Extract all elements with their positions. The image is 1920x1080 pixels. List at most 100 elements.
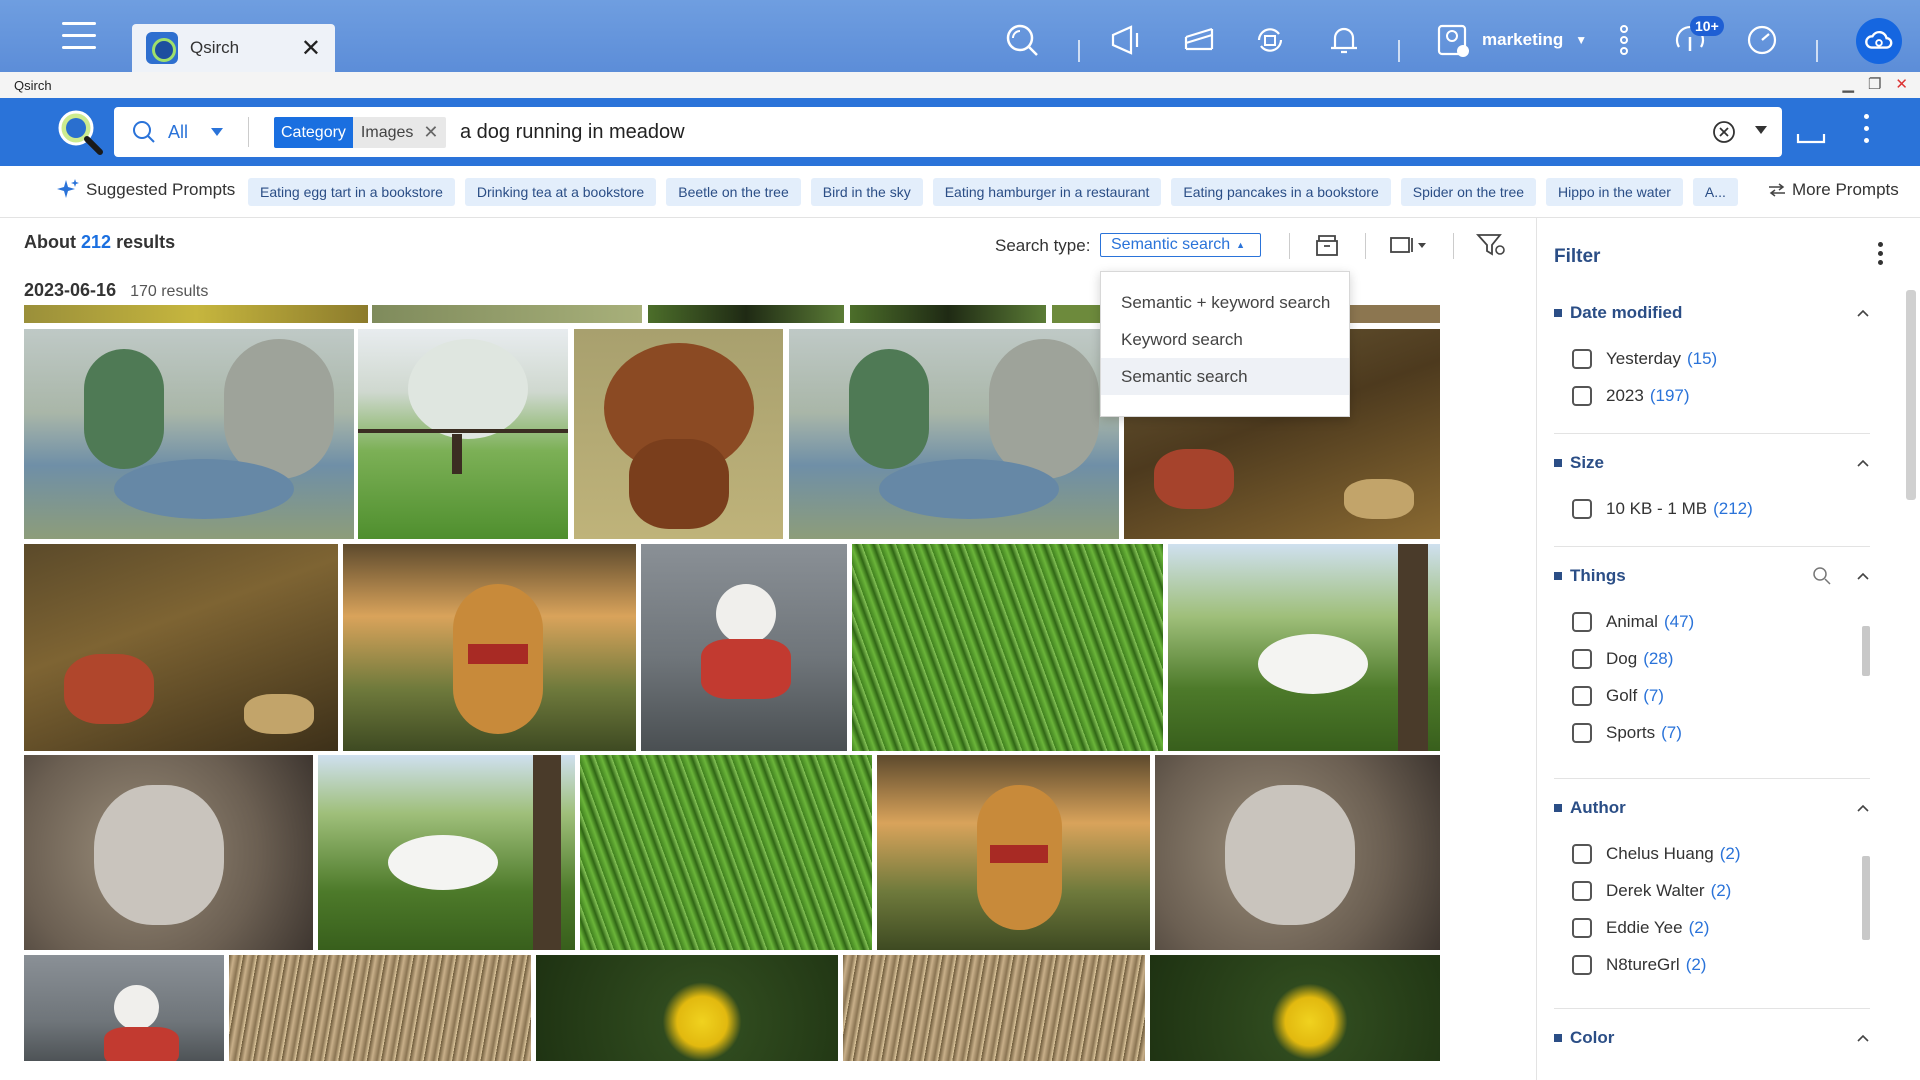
search-icon[interactable]: [1812, 566, 1832, 586]
more-options-icon[interactable]: [1606, 22, 1642, 58]
prompt-chip[interactable]: Spider on the tree: [1400, 178, 1537, 206]
checkbox[interactable]: [1572, 917, 1592, 938]
filter-more-options-icon[interactable]: [1876, 242, 1884, 270]
filter-option[interactable]: N8tureGrl (2): [1554, 946, 1870, 983]
chevron-up-icon[interactable]: [1856, 801, 1870, 815]
image-thumbnail[interactable]: [1150, 955, 1440, 1061]
prompt-chip[interactable]: A...: [1692, 178, 1738, 206]
search-scope-selector[interactable]: All: [132, 107, 224, 157]
filter-option[interactable]: Sports (7): [1554, 714, 1870, 751]
prompt-chip[interactable]: Eating egg tart in a bookstore: [248, 178, 455, 206]
filter-section-header[interactable]: Date modified: [1554, 300, 1870, 326]
checkbox[interactable]: [1572, 385, 1592, 406]
filter-panel-scrollbar[interactable]: [1906, 290, 1916, 500]
checkbox[interactable]: [1572, 954, 1592, 975]
dropdown-option-semantic-keyword[interactable]: Semantic + keyword search: [1101, 284, 1349, 321]
main-menu-icon[interactable]: [62, 22, 96, 52]
image-thumbnail[interactable]: [648, 305, 844, 323]
search-more-options-icon[interactable]: [1862, 114, 1870, 150]
checkbox[interactable]: [1572, 648, 1592, 669]
close-tab-icon[interactable]: ✕: [301, 34, 321, 63]
megaphone-icon[interactable]: [1108, 22, 1144, 58]
image-thumbnail[interactable]: [1168, 544, 1440, 751]
display-mode-icon[interactable]: [1796, 120, 1826, 146]
more-prompts-button[interactable]: More Prompts: [1768, 180, 1899, 200]
checkbox[interactable]: [1572, 348, 1592, 369]
image-thumbnail[interactable]: [318, 755, 575, 950]
image-thumbnail[interactable]: [24, 329, 354, 539]
checkbox[interactable]: [1572, 722, 1592, 743]
filter-section-header[interactable]: Size: [1554, 450, 1870, 476]
image-thumbnail[interactable]: [229, 955, 531, 1061]
minimize-icon[interactable]: ▁: [1842, 75, 1854, 93]
archive-icon[interactable]: [1314, 232, 1340, 258]
image-thumbnail[interactable]: [1344, 305, 1440, 323]
filter-option[interactable]: Dog (28): [1554, 640, 1870, 677]
prompt-chip[interactable]: Hippo in the water: [1546, 178, 1683, 206]
dropdown-option-semantic[interactable]: Semantic search: [1101, 358, 1349, 395]
resource-monitor-icon[interactable]: [1744, 22, 1780, 58]
image-thumbnail[interactable]: [1155, 755, 1440, 950]
image-thumbnail[interactable]: [574, 329, 783, 539]
image-thumbnail[interactable]: [24, 544, 338, 751]
filter-section-header[interactable]: Things: [1554, 563, 1870, 589]
user-menu[interactable]: marketing ▼: [1436, 20, 1587, 60]
app-tab-qsirch[interactable]: Qsirch ✕: [132, 24, 335, 72]
search-history-dropdown-icon[interactable]: [1754, 125, 1768, 135]
category-filter-chip[interactable]: Category Images ✕: [274, 117, 447, 148]
image-thumbnail[interactable]: [536, 955, 838, 1061]
image-thumbnail[interactable]: [877, 755, 1150, 950]
filter-option[interactable]: Animal (47): [1554, 603, 1870, 640]
close-window-icon[interactable]: ✕: [1895, 75, 1908, 93]
filter-option[interactable]: Chelus Huang (2): [1554, 835, 1870, 872]
prompt-chip[interactable]: Drinking tea at a bookstore: [464, 178, 657, 206]
maximize-icon[interactable]: ❐: [1868, 75, 1881, 93]
author-scrollbar[interactable]: [1860, 842, 1870, 992]
image-thumbnail[interactable]: [24, 755, 313, 950]
chevron-up-icon[interactable]: [1856, 456, 1870, 470]
prompt-chip[interactable]: Eating hamburger in a restaurant: [932, 178, 1162, 206]
checkbox[interactable]: [1572, 843, 1592, 864]
filter-option[interactable]: 10 KB - 1 MB (212): [1554, 490, 1870, 527]
dropdown-option-keyword[interactable]: Keyword search: [1101, 321, 1349, 358]
search-type-select[interactable]: Semantic search ▲: [1100, 233, 1261, 257]
filter-toggle-icon[interactable]: [1476, 232, 1506, 258]
image-thumbnail[interactable]: [641, 544, 847, 751]
prompt-chip[interactable]: Bird in the sky: [810, 178, 923, 206]
image-thumbnail[interactable]: [789, 329, 1119, 539]
checkbox[interactable]: [1572, 685, 1592, 706]
view-settings-icon[interactable]: [1388, 232, 1428, 258]
image-thumbnail[interactable]: [850, 305, 1046, 323]
image-thumbnail[interactable]: [372, 305, 642, 323]
prompt-chip[interactable]: Beetle on the tree: [666, 178, 801, 206]
image-thumbnail[interactable]: [1052, 305, 1107, 323]
image-thumbnail[interactable]: [24, 955, 224, 1061]
filter-option[interactable]: Derek Walter (2): [1554, 872, 1870, 909]
filter-section-header[interactable]: Color: [1554, 1025, 1870, 1051]
filter-option[interactable]: 2023 (197): [1554, 377, 1870, 414]
chevron-up-icon[interactable]: [1856, 1031, 1870, 1045]
filter-section-header[interactable]: Author: [1554, 795, 1870, 821]
bell-icon[interactable]: [1326, 22, 1362, 58]
remove-chip-icon[interactable]: ✕: [423, 122, 438, 143]
search-icon[interactable]: [1004, 22, 1040, 58]
image-thumbnail[interactable]: [843, 955, 1145, 1061]
task-list-icon[interactable]: [1181, 22, 1217, 58]
image-thumbnail[interactable]: [852, 544, 1163, 751]
chevron-up-icon[interactable]: [1856, 306, 1870, 320]
filter-option[interactable]: Eddie Yee (2): [1554, 909, 1870, 946]
search-input[interactable]: [460, 107, 1460, 157]
clear-search-icon[interactable]: [1712, 120, 1736, 144]
image-thumbnail[interactable]: [24, 305, 368, 323]
checkbox[interactable]: [1572, 498, 1592, 519]
image-thumbnail[interactable]: [343, 544, 636, 751]
filter-option[interactable]: Yesterday (15): [1554, 340, 1870, 377]
image-thumbnail[interactable]: [580, 755, 872, 950]
checkbox[interactable]: [1572, 880, 1592, 901]
filter-option[interactable]: Golf (7): [1554, 677, 1870, 714]
cloud-icon[interactable]: [1856, 18, 1902, 64]
things-scrollbar[interactable]: [1860, 610, 1870, 760]
chevron-up-icon[interactable]: [1856, 569, 1870, 583]
checkbox[interactable]: [1572, 611, 1592, 632]
image-thumbnail[interactable]: [358, 329, 568, 539]
